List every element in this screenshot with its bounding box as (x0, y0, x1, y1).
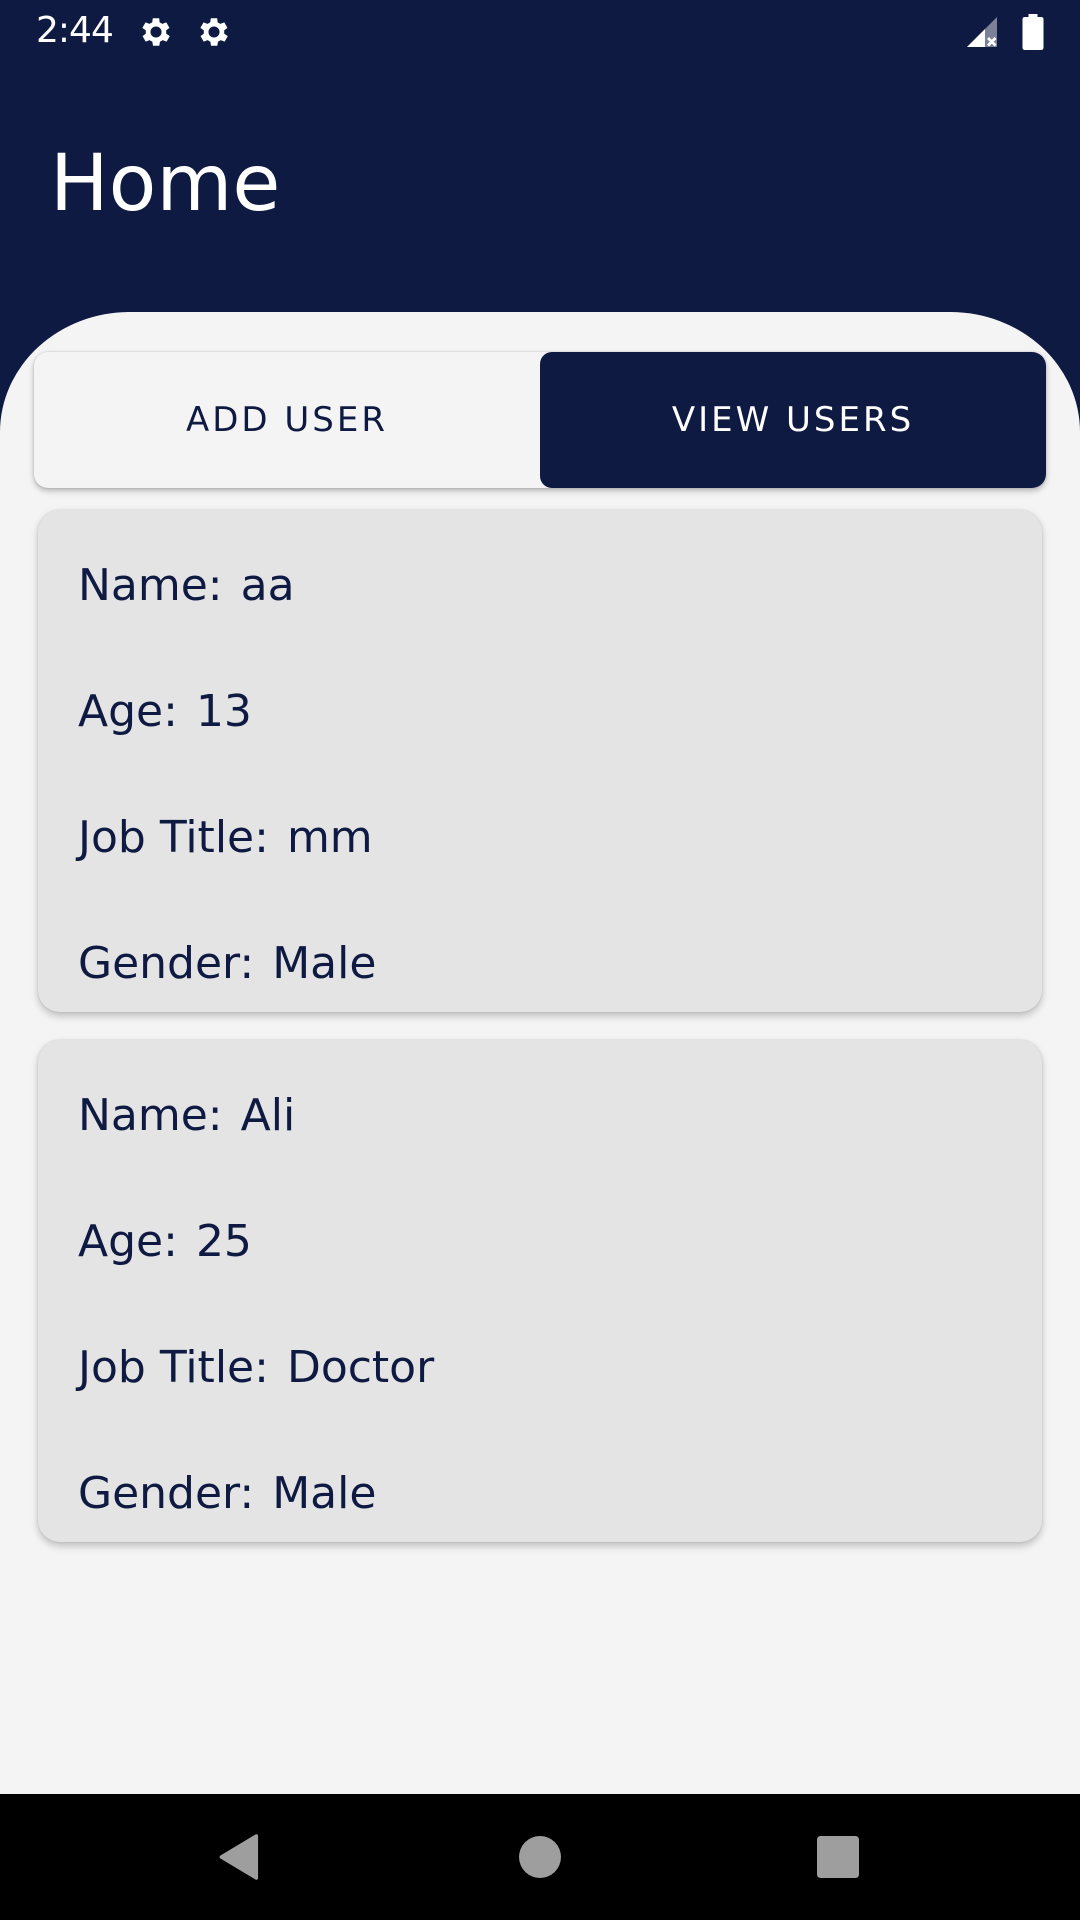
gender-value: Male (272, 1468, 377, 1519)
tab-add-user[interactable]: ADD USER (34, 352, 540, 488)
gender-label: Gender: (78, 1468, 255, 1519)
gear-icon (142, 18, 170, 46)
gender-label: Gender: (78, 938, 255, 989)
user-gender-row: Gender: Male (78, 938, 376, 989)
navigation-bar (0, 1794, 1080, 1920)
user-job-row: Job Title: mm (78, 812, 373, 863)
gender-value: Male (272, 938, 377, 989)
job-label: Job Title: (78, 1342, 269, 1393)
home-icon[interactable] (512, 1829, 568, 1885)
user-name-row: Name: aa (78, 560, 295, 611)
age-label: Age: (78, 686, 178, 737)
back-icon[interactable] (212, 1829, 268, 1885)
signal-icon (967, 17, 997, 47)
user-name-row: Name: Ali (78, 1090, 295, 1141)
user-card[interactable]: Name: aa Age: 13 Job Title: mm Gender: Male (38, 510, 1042, 1012)
job-label: Job Title: (78, 812, 269, 863)
user-card[interactable]: Name: Ali Age: 25 Job Title: Doctor Gender:… (38, 1040, 1042, 1542)
name-label: Name: (78, 560, 223, 611)
job-value: mm (286, 812, 373, 863)
recents-icon[interactable] (810, 1829, 866, 1885)
status-icons (964, 14, 1044, 50)
name-label: Name: (78, 1090, 223, 1141)
tab-bar: ADD USER VIEW USERS (34, 352, 1046, 488)
user-age-row: Age: 13 (78, 686, 252, 737)
tab-view-users[interactable]: VIEW USERS (540, 352, 1046, 488)
status-bar: 2:44 (0, 0, 1080, 64)
user-age-row: Age: 25 (78, 1216, 252, 1267)
gear-icon (200, 18, 228, 46)
age-value: 13 (195, 686, 252, 737)
name-value: Ali (240, 1090, 296, 1141)
content-sheet: ADD USER VIEW USERS Name: aa Age: 13 Job T… (0, 312, 1080, 1794)
age-label: Age: (78, 1216, 178, 1267)
age-value: 25 (195, 1216, 252, 1267)
battery-icon (1022, 14, 1044, 50)
user-gender-row: Gender: Male (78, 1468, 376, 1519)
job-value: Doctor (286, 1342, 435, 1393)
page-title: Home (50, 139, 281, 229)
status-time: 2:44 (36, 10, 114, 51)
name-value: aa (240, 560, 295, 611)
user-job-row: Job Title: Doctor (78, 1342, 434, 1393)
